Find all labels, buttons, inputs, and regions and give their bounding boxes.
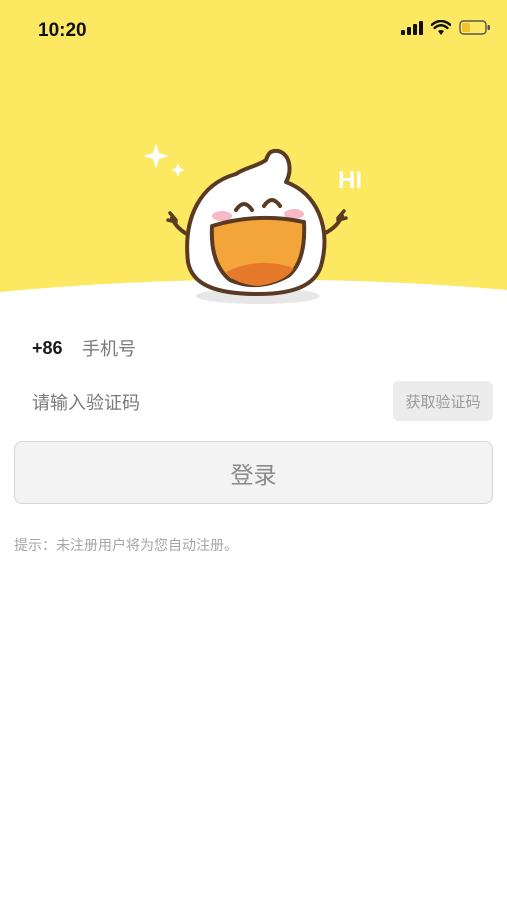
login-button[interactable]: 登录 — [14, 441, 493, 504]
login-screen: HI 10:20 +86 手机号 请输入验证码 获取验证码 登录 提示：未注册用… — [0, 0, 507, 900]
battery-icon — [459, 20, 490, 35]
verification-code-row: 获取验证码 — [0, 378, 507, 426]
country-code[interactable]: +86 — [32, 338, 63, 359]
hi-greeting: HI — [338, 167, 362, 194]
phone-input[interactable] — [82, 332, 462, 366]
verification-code-input[interactable] — [32, 386, 372, 420]
wifi-icon — [431, 20, 451, 35]
phone-row: +86 — [0, 326, 507, 374]
status-icons — [401, 20, 491, 35]
get-code-button[interactable]: 获取验证码 — [393, 381, 493, 421]
status-time: 10:20 — [38, 20, 87, 41]
signal-bars-icon — [401, 20, 423, 35]
status-bar: 10:20 — [0, 0, 507, 64]
registration-hint: 提示：未注册用户将为您自动注册。 — [14, 538, 238, 554]
